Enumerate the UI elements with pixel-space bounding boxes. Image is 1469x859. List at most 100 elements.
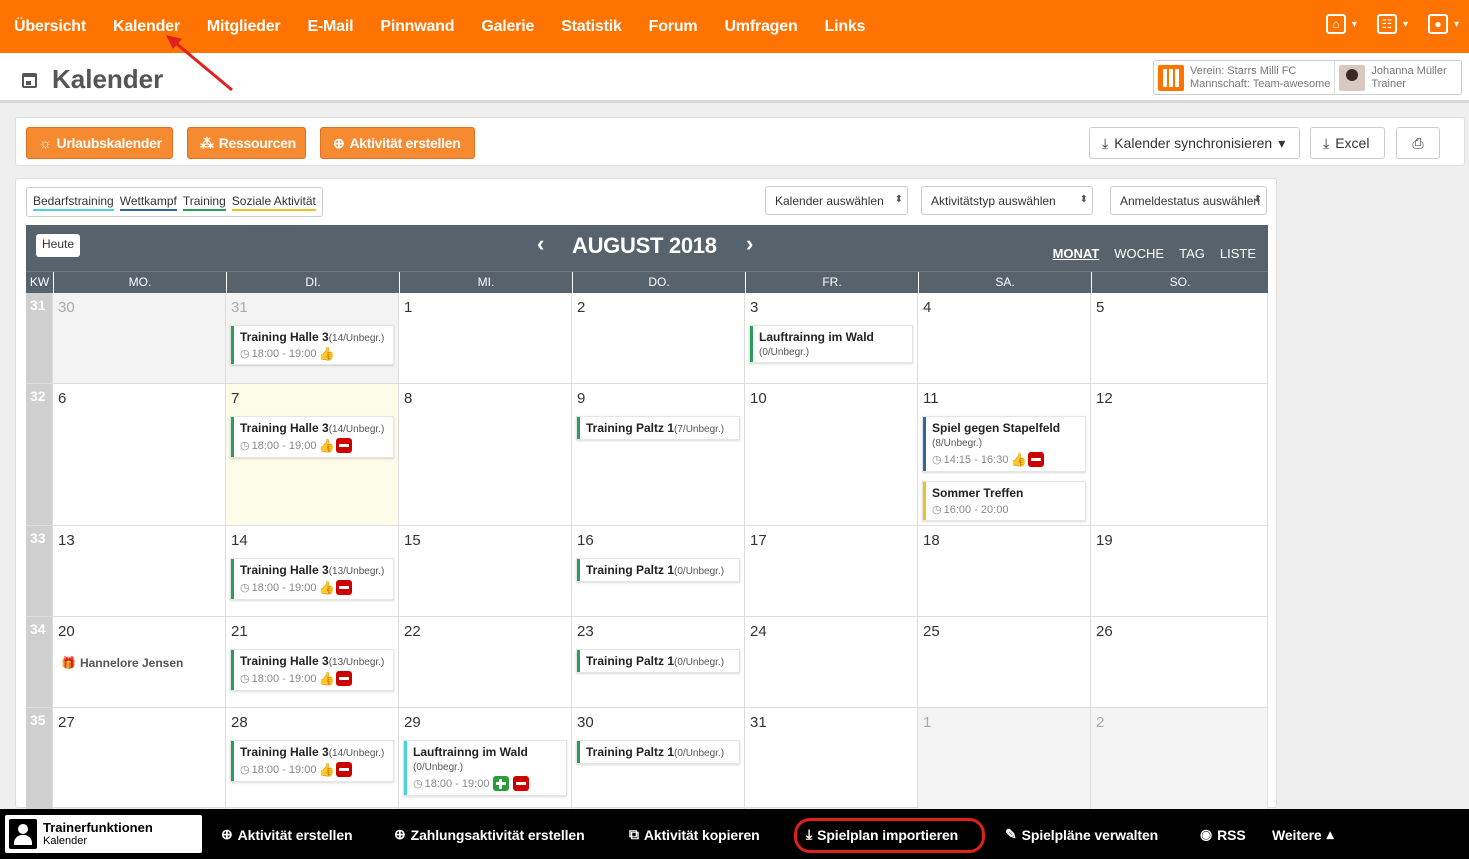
birthday-entry[interactable]: 🎁 Hannelore Jensen [61, 656, 183, 670]
bb-zahlungsaktivitaet-erstellen[interactable]: ⊕ Zahlungsaktivität erstellen [394, 826, 585, 843]
thumbs-up-icon[interactable]: 👍 [318, 439, 334, 452]
event-card[interactable]: Training Paltz 1(0/Unbegr.) [576, 740, 740, 764]
bb-spielplaene-verwalten[interactable]: ✎ Spielpläne verwalten [1005, 826, 1158, 843]
event-card[interactable]: Training Paltz 1(0/Unbegr.) [576, 649, 740, 673]
view-monat[interactable]: MONAT [1053, 246, 1100, 261]
day-cell[interactable]: 18 [918, 526, 1091, 617]
day-cell[interactable]: 23 Training Paltz 1(0/Unbegr.) [572, 617, 745, 708]
day-cell[interactable]: 11 Spiel gegen Stapelfeld (8/Unbegr.) ◷ 14… [918, 384, 1091, 526]
day-cell[interactable]: 13 [53, 526, 226, 617]
event-card[interactable]: Training Halle 3(13/Unbegr.) ◷ 18:00 - 19… [230, 558, 394, 600]
bb-weitere[interactable]: Weitere ▴ [1272, 826, 1334, 843]
nav-statistik[interactable]: Statistik [561, 18, 622, 36]
minus-icon[interactable] [336, 762, 353, 777]
minus-icon[interactable] [336, 438, 353, 453]
plus-icon[interactable] [493, 776, 510, 791]
day-cell[interactable]: 15 [399, 526, 572, 617]
day-cell[interactable]: 25 [918, 617, 1091, 708]
day-cell[interactable]: 31 [745, 708, 918, 813]
day-cell[interactable]: 4 [918, 293, 1091, 384]
view-liste[interactable]: LISTE [1220, 246, 1256, 261]
minus-icon[interactable] [1028, 452, 1045, 467]
kalender-select[interactable]: Kalender auswählen [765, 186, 908, 215]
day-number: 4 [923, 299, 932, 316]
day-cell[interactable]: 14 Training Halle 3(13/Unbegr.) ◷ 18:00 -… [226, 526, 399, 617]
next-month-icon[interactable]: › [746, 231, 753, 257]
thumbs-up-icon[interactable]: 👍 [1010, 453, 1026, 466]
view-tag[interactable]: TAG [1179, 246, 1205, 261]
day-cell[interactable]: 2 [572, 293, 745, 384]
event-card[interactable]: Spiel gegen Stapelfeld (8/Unbegr.) ◷ 14:15… [922, 416, 1086, 472]
anmeldestatus-select[interactable]: Anmeldestatus auswählen [1110, 186, 1267, 215]
home-menu[interactable]: ⌂ ▾ [1325, 14, 1357, 34]
bb-rss[interactable]: ◉ RSS [1200, 826, 1246, 843]
day-cell[interactable]: 17 [745, 526, 918, 617]
day-cell[interactable]: 8 [399, 384, 572, 526]
day-cell[interactable]: 12 [1091, 384, 1268, 526]
event-category-stripe [750, 326, 753, 362]
urlaubskalender-button[interactable]: ☼ Urlaubskalender [26, 127, 173, 159]
aktivitaetstyp-select[interactable]: Aktivitätstyp auswählen [921, 186, 1093, 215]
view-woche[interactable]: WOCHE [1114, 246, 1164, 261]
day-cell[interactable]: 20 🎁 Hannelore Jensen [53, 617, 226, 708]
day-cell[interactable]: 19 [1091, 526, 1268, 617]
thumbs-up-icon[interactable]: 👍 [318, 347, 334, 360]
kalender-synchronisieren-button[interactable]: ⤓ Kalender synchronisieren ▾ [1089, 127, 1300, 159]
thumbs-up-icon[interactable]: 👍 [318, 672, 334, 685]
user-menu[interactable]: ● ▾ [1427, 14, 1459, 34]
nav-links[interactable]: Links [825, 18, 866, 36]
minus-icon[interactable] [336, 580, 353, 595]
day-cell[interactable]: 2 [1091, 708, 1268, 813]
trainer-functions-toggle[interactable]: Trainerfunktionen Kalender [5, 815, 202, 853]
event-card[interactable]: Sommer Treffen ◷ 16:00 - 20:00 [922, 481, 1086, 521]
today-button[interactable]: Heute [36, 234, 81, 257]
day-cell[interactable]: 26 [1091, 617, 1268, 708]
print-button[interactable]: ⎙ [1396, 127, 1440, 159]
event-card[interactable]: Training Halle 3(14/Unbegr.) ◷ 18:00 - 19… [230, 325, 394, 365]
club-info[interactable]: Verein: Starrs Milli FC Mannschaft: Team-… [1154, 61, 1334, 94]
day-cell[interactable]: 30 Training Paltz 1(0/Unbegr.) [572, 708, 745, 813]
day-cell[interactable]: 10 [745, 384, 918, 526]
team-menu[interactable]: ☷ ▾ [1376, 14, 1408, 34]
excel-button[interactable]: ⤓ Excel [1310, 127, 1385, 159]
minus-icon[interactable] [513, 776, 530, 791]
nav-pinnwand[interactable]: Pinnwand [380, 18, 454, 36]
club-user-box[interactable]: Verein: Starrs Milli FC Mannschaft: Team-… [1153, 60, 1462, 95]
event-card[interactable]: Lauftrainng im Wald (0/Unbegr.) ◷ 18:00 - … [403, 740, 567, 796]
day-cell[interactable]: 30 [53, 293, 226, 384]
event-card[interactable]: Training Halle 3(14/Unbegr.) ◷ 18:00 - 19… [230, 740, 394, 782]
day-cell[interactable]: 9 Training Paltz 1(7/Unbegr.) [572, 384, 745, 526]
event-card[interactable]: Training Halle 3(13/Unbegr.) ◷ 18:00 - 19… [230, 649, 394, 691]
day-cell[interactable]: 1 [918, 708, 1091, 813]
thumbs-up-icon[interactable]: 👍 [318, 581, 334, 594]
day-cell[interactable]: 24 [745, 617, 918, 708]
day-cell[interactable]: 21 Training Halle 3(13/Unbegr.) ◷ 18:00 -… [226, 617, 399, 708]
day-cell[interactable]: 29 Lauftrainng im Wald (0/Unbegr.) ◷ 18:00… [399, 708, 572, 813]
minus-icon[interactable] [336, 671, 353, 686]
aktivitaet-erstellen-button[interactable]: ⊕ Aktivität erstellen [320, 127, 475, 159]
day-cell[interactable]: 28 Training Halle 3(14/Unbegr.) ◷ 18:00 -… [226, 708, 399, 813]
day-cell[interactable]: 16 Training Paltz 1(0/Unbegr.) [572, 526, 745, 617]
event-card[interactable]: Training Paltz 1(7/Unbegr.) [576, 416, 740, 440]
event-card[interactable]: Lauftrainng im Wald (0/Unbegr.) [749, 325, 913, 363]
prev-month-icon[interactable]: ‹ [537, 231, 544, 257]
nav-email[interactable]: E-Mail [307, 18, 353, 36]
day-cell[interactable]: 3 Lauftrainng im Wald (0/Unbegr.) [745, 293, 918, 384]
day-cell[interactable]: 22 [399, 617, 572, 708]
bb-aktivitaet-erstellen[interactable]: ⊕ Aktivität erstellen [221, 826, 353, 843]
nav-umfragen[interactable]: Umfragen [724, 18, 797, 36]
bb-aktivitaet-kopieren[interactable]: ⧉ Aktivität kopieren [629, 826, 760, 843]
day-cell[interactable]: 6 [53, 384, 226, 526]
nav-galerie[interactable]: Galerie [481, 18, 534, 36]
nav-forum[interactable]: Forum [649, 18, 698, 36]
event-card[interactable]: Training Paltz 1(0/Unbegr.) [576, 558, 740, 582]
user-info[interactable]: Johanna Müller Trainer [1334, 61, 1450, 94]
day-cell[interactable]: 1 [399, 293, 572, 384]
thumbs-up-icon[interactable]: 👍 [318, 763, 334, 776]
day-cell-today[interactable]: 7 Training Halle 3(14/Unbegr.) ◷ 18:00 - … [226, 384, 399, 526]
day-cell[interactable]: 5 [1091, 293, 1268, 384]
day-cell[interactable]: 27 [53, 708, 226, 813]
event-card[interactable]: Training Halle 3(14/Unbegr.) ◷ 18:00 - 19… [230, 416, 394, 458]
day-cell[interactable]: 31 Training Halle 3(14/Unbegr.) ◷ 18:00 -… [226, 293, 399, 384]
ressourcen-button[interactable]: ⁂ Ressourcen [187, 127, 306, 159]
